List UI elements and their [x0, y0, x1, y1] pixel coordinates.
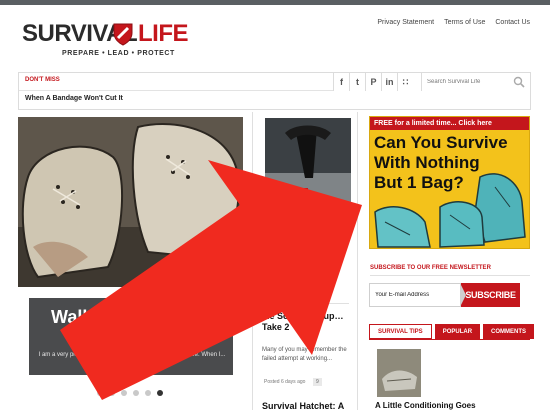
article-excerpt: Many of you may remember the failed atte…: [262, 347, 347, 362]
article-title[interactable]: Survival Hatchet: A: [262, 401, 344, 410]
search-icon[interactable]: [513, 76, 525, 88]
nav-divider: [19, 90, 334, 91]
tab-survival-tips[interactable]: SURVIVAL TIPS: [369, 324, 432, 339]
comment-count-badge: 18: [313, 287, 325, 295]
slider-dot[interactable]: [145, 390, 151, 396]
sidebar-tabs: SURVIVAL TIPS POPULAR COMMENTS: [369, 324, 535, 339]
tools-image: [265, 118, 351, 206]
article-date: Posted 6 days ago: [264, 379, 306, 385]
thumbnail-label: Covert: [307, 198, 322, 204]
slider-dot[interactable]: [109, 390, 115, 396]
ad-headline-line: Can You Survive: [374, 133, 508, 152]
featured-slider-image[interactable]: [18, 117, 243, 287]
ad-headline: Can You Survive With Nothing But 1 Bag?: [374, 133, 508, 193]
tabs-underline: [369, 339, 530, 340]
slide-excerpt: I am a very picky person my shoes, even …: [38, 352, 226, 358]
email-field[interactable]: [369, 283, 461, 307]
newsletter-divider: [370, 275, 530, 276]
subscribe-button[interactable]: SUBSCRIBE: [460, 283, 520, 307]
shield-icon: [113, 23, 133, 46]
tab-article-thumbnail[interactable]: [377, 349, 421, 397]
social-links: f t P in ∷: [333, 73, 413, 91]
slider-caption[interactable]: Walki I am a very picky person my shoes,…: [29, 298, 233, 375]
article-thumbnail[interactable]: Covert: [265, 118, 351, 206]
ad-headline-line: But 1 Bag?: [374, 173, 464, 192]
facebook-icon[interactable]: f: [333, 73, 349, 91]
article-title-partial[interactable]: o: [340, 240, 346, 250]
article-divider: [263, 303, 349, 304]
ad-banner[interactable]: FREE for a limited time... Click here Ca…: [369, 116, 530, 249]
search-input[interactable]: [427, 76, 515, 88]
slider-dots: [97, 390, 163, 396]
terms-of-use-link[interactable]: Terms of Use: [444, 19, 485, 26]
article-title[interactable]: ale Solar Backup…Take 2: [262, 311, 352, 333]
search-box: [421, 73, 531, 91]
linkedin-icon[interactable]: in: [381, 73, 397, 91]
comment-count-badge: 9: [313, 378, 322, 386]
logo-tagline: PREPARE • LEAD • PROTECT: [62, 50, 175, 57]
slide-title: Walki: [51, 307, 98, 327]
rss-icon[interactable]: ∷: [397, 73, 413, 91]
twitter-icon[interactable]: t: [349, 73, 365, 91]
middle-column: Covert: [252, 112, 358, 410]
pinterest-icon[interactable]: P: [365, 73, 381, 91]
site-logo[interactable]: SURVIVAL LIFE PREPARE • LEAD • PROTECT: [22, 20, 189, 62]
newsletter-label: SUBSCRIBE TO OUR FREE NEWSLETTER: [370, 265, 491, 271]
slider-dot[interactable]: [133, 390, 139, 396]
nav-bar: DON'T MISS When A Bandage Won't Cut It f…: [18, 72, 531, 110]
slider-dot[interactable]: [97, 390, 103, 396]
slider-dot[interactable]: [121, 390, 127, 396]
ad-top-strip[interactable]: FREE for a limited time... Click here: [370, 117, 529, 130]
worn-boots-image: [18, 117, 243, 287]
slider-dot-active[interactable]: [157, 390, 163, 396]
news-ticker-link[interactable]: When A Bandage Won't Cut It: [25, 95, 123, 102]
conditioning-image: [377, 349, 421, 397]
tab-popular[interactable]: POPULAR: [434, 324, 481, 339]
dont-miss-label: DON'T MISS: [25, 77, 60, 83]
top-links: Privacy Statement Terms of Use Contact U…: [377, 19, 530, 26]
contact-us-link[interactable]: Contact Us: [495, 19, 530, 26]
tab-article-title[interactable]: A Little Conditioning Goes: [375, 401, 476, 410]
privacy-statement-link[interactable]: Privacy Statement: [377, 19, 434, 26]
top-accent-bar: [0, 0, 550, 5]
ad-headline-line: With Nothing: [374, 153, 480, 172]
logo-word-life: LIFE: [138, 20, 189, 47]
tab-comments[interactable]: COMMENTS: [483, 324, 535, 339]
